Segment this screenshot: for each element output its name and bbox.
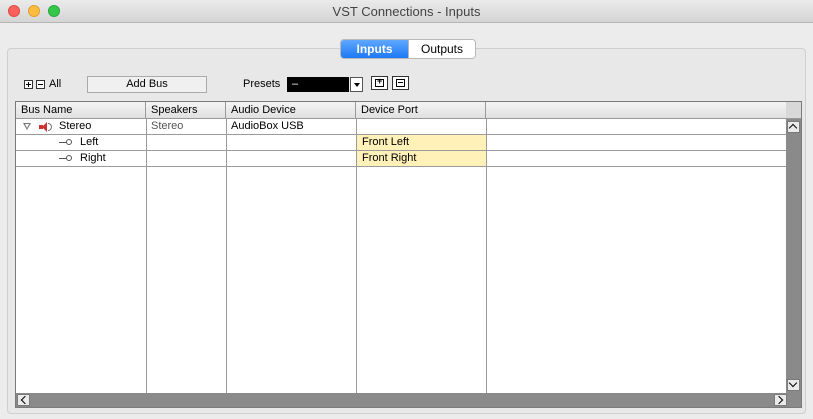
column-header-audio-device[interactable]: Audio Device [226, 102, 356, 118]
column-header-speakers[interactable]: Speakers [146, 102, 226, 118]
scroll-down-icon[interactable] [787, 379, 800, 391]
bus-name-cell[interactable]: Right [75, 151, 106, 166]
column-header-bus-name[interactable]: Bus Name [16, 102, 146, 118]
connections-table: Bus Name Speakers Audio Device Device Po… [15, 101, 802, 408]
table-row-right[interactable]: Right Front Right [16, 151, 786, 167]
add-bus-button[interactable]: Add Bus [87, 76, 207, 93]
audio-device-cell[interactable] [226, 151, 356, 166]
bus-name-cell[interactable]: Left [75, 135, 98, 150]
all-label: All [49, 78, 62, 90]
horizontal-scrollbar[interactable] [16, 393, 801, 407]
scroll-left-icon[interactable] [17, 394, 30, 406]
speakers-cell[interactable] [146, 135, 226, 150]
bus-name-cell[interactable]: Stereo [54, 119, 91, 134]
header-corner [786, 102, 801, 119]
remove-preset-button[interactable] [392, 76, 409, 90]
vertical-scrollbar[interactable] [786, 119, 801, 393]
device-port-cell[interactable]: Front Left [357, 135, 486, 150]
store-preset-button[interactable] [371, 76, 388, 90]
speakers-cell[interactable]: Stereo [146, 119, 226, 134]
disclosure-triangle-icon[interactable] [23, 123, 31, 130]
channel-connector-icon [66, 139, 72, 145]
store-preset-icon [375, 76, 384, 87]
tab-inputs[interactable]: Inputs [341, 40, 408, 58]
audio-device-cell[interactable]: AudioBox USB [226, 119, 356, 134]
presets-label: Presets [243, 78, 281, 90]
tab-outputs[interactable]: Outputs [408, 40, 475, 58]
expand-all-icon[interactable] [24, 80, 33, 89]
table-row-left[interactable]: Left Front Left [16, 135, 786, 151]
speakers-cell[interactable] [146, 151, 226, 166]
column-header-device-port[interactable]: Device Port [356, 102, 486, 118]
input-output-tabs: Inputs Outputs [340, 39, 476, 59]
table-header: Bus Name Speakers Audio Device Device Po… [16, 102, 786, 119]
title-bar: VST Connections - Inputs [0, 0, 813, 23]
table-row-stereo[interactable]: Stereo Stereo AudioBox USB [16, 119, 786, 135]
presets-select[interactable]: – [287, 77, 349, 92]
remove-preset-icon [396, 79, 405, 87]
speaker-icon [39, 122, 53, 132]
presets-dropdown-button[interactable] [350, 77, 363, 92]
scroll-right-icon[interactable] [774, 394, 787, 406]
channel-connector-icon [66, 155, 72, 161]
device-port-cell[interactable] [357, 119, 486, 134]
scrollbar-corner [787, 393, 801, 407]
table-body: Stereo Stereo AudioBox USB Left Front Le… [16, 119, 786, 393]
device-port-cell[interactable]: Front Right [357, 151, 486, 166]
scroll-up-icon[interactable] [787, 121, 800, 133]
window-title: VST Connections - Inputs [332, 4, 481, 19]
audio-device-cell[interactable] [226, 135, 356, 150]
collapse-all-icon[interactable] [36, 80, 45, 89]
